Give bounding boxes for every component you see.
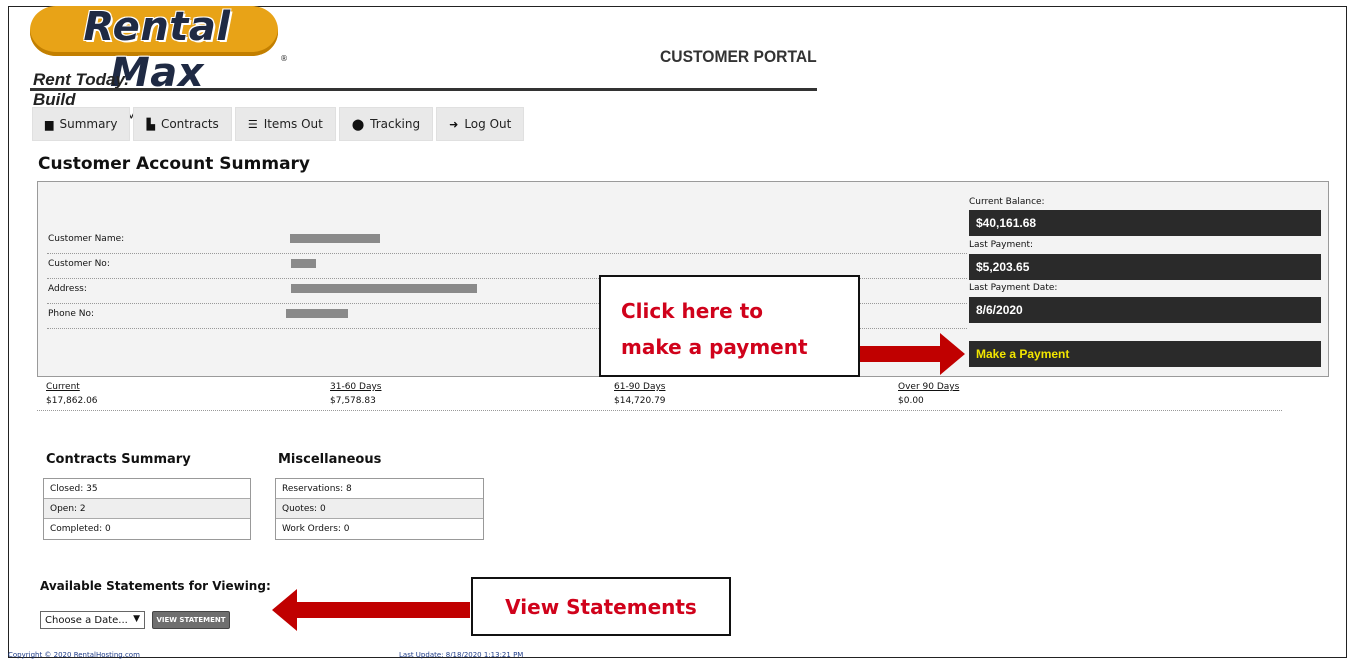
tab-label: Items Out — [263, 117, 323, 131]
aging-over-90-label[interactable]: Over 90 Days — [898, 382, 959, 392]
aging-current-value: $17,862.06 — [46, 396, 98, 406]
miscellaneous-table: Reservations: 8 Quotes: 0 Work Orders: 0 — [275, 478, 484, 540]
clipboard-icon: ▆ — [45, 117, 54, 131]
current-balance-label: Current Balance: — [969, 197, 1045, 207]
payment-callout: Click here to make a payment — [599, 275, 860, 377]
table-row: Completed: 0 — [50, 524, 111, 534]
tab-label: Log Out — [464, 117, 512, 131]
miscellaneous-title: Miscellaneous — [278, 452, 382, 467]
map-marker-icon: ⬤ — [351, 117, 365, 131]
aging-31-60-value: $7,578.83 — [330, 396, 376, 406]
redacted-value — [290, 234, 380, 243]
payment-arrow — [860, 333, 965, 375]
customer-name-label: Customer Name: — [48, 234, 125, 244]
aging-31-60-label[interactable]: 31-60 Days — [330, 382, 381, 392]
document-icon: ▙ — [146, 117, 155, 131]
tab-summary[interactable]: ▆ Summary — [32, 107, 131, 141]
contracts-summary-table: Closed: 35 Open: 2 Completed: 0 — [43, 478, 251, 540]
aging-over-90: Over 90 Days $0.00 — [898, 382, 959, 406]
last-payment-date-label: Last Payment Date: — [969, 283, 1058, 293]
tab-log-out[interactable]: ➜ Log Out — [436, 107, 525, 141]
table-row: Work Orders: 0 — [282, 524, 350, 534]
redacted-value — [286, 309, 348, 318]
chevron-down-icon: ▼ — [133, 614, 140, 624]
aging-current-label[interactable]: Current — [46, 382, 98, 392]
last-update: Last Update: 8/18/2020 1:13:21 PM — [399, 651, 524, 659]
contracts-summary-title: Contracts Summary — [46, 452, 191, 467]
aging-current: Current $17,862.06 — [46, 382, 98, 406]
payment-callout-line1: Click here to — [621, 299, 764, 323]
tab-tracking[interactable]: ⬤ Tracking — [338, 107, 434, 141]
statements-title: Available Statements for Viewing: — [40, 579, 271, 593]
customer-name-row: Customer Name: — [47, 229, 967, 254]
select-value: Choose a Date... — [45, 614, 128, 626]
aging-61-90: 61-90 Days $14,720.79 — [614, 382, 666, 406]
payment-arrow-shape — [860, 333, 965, 375]
payment-callout-line2: make a payment — [621, 335, 808, 359]
portal-title: CUSTOMER PORTAL — [660, 47, 817, 66]
tab-contracts[interactable]: ▙ Contracts — [133, 107, 232, 141]
page-title: Customer Account Summary — [38, 154, 310, 174]
address-label: Address: — [48, 284, 87, 294]
tab-label: Tracking — [370, 117, 421, 131]
phone-label: Phone No: — [48, 309, 95, 319]
sign-out-icon: ➜ — [449, 117, 459, 131]
statement-date-select[interactable]: Choose a Date... ▼ — [40, 611, 145, 629]
redacted-value — [291, 284, 477, 293]
table-row: Open: 2 — [44, 499, 250, 519]
table-row: Quotes: 0 — [276, 499, 483, 519]
header-divider — [30, 88, 817, 91]
aging-61-90-label[interactable]: 61-90 Days — [614, 382, 666, 392]
aging-over-90-value: $0.00 — [898, 396, 924, 406]
table-row: Reservations: 8 — [276, 479, 483, 499]
current-balance-value: $40,161.68 — [969, 210, 1321, 236]
aging-divider — [37, 410, 1282, 411]
table-row: Closed: 35 — [44, 479, 250, 499]
tab-items-out[interactable]: ☰ Items Out — [234, 107, 336, 141]
list-icon: ☰ — [247, 117, 258, 131]
statements-arrow — [272, 589, 470, 631]
statements-callout: View Statements — [471, 577, 731, 636]
redacted-value — [291, 259, 316, 268]
last-payment-value: $5,203.65 — [969, 254, 1321, 280]
copyright-link[interactable]: Copyright © 2020 RentalHosting.com — [8, 651, 140, 659]
customer-number-label: Customer No: — [48, 259, 110, 269]
tab-label: Contracts — [160, 117, 219, 131]
tab-label: Summary — [59, 117, 118, 131]
main-nav: ▆ Summary ▙ Contracts ☰ Items Out ⬤ Trac… — [32, 107, 525, 141]
last-payment-date-value: 8/6/2020 — [969, 297, 1321, 323]
aging-31-60: 31-60 Days $7,578.83 — [330, 382, 381, 406]
registered-mark: ® — [280, 54, 288, 63]
statements-arrow-shape — [272, 589, 470, 631]
last-payment-label: Last Payment: — [969, 240, 1034, 250]
view-statement-button[interactable]: VIEW STATEMENT — [152, 611, 230, 629]
aging-61-90-value: $14,720.79 — [614, 396, 666, 406]
make-payment-button[interactable]: Make a Payment — [969, 341, 1321, 367]
